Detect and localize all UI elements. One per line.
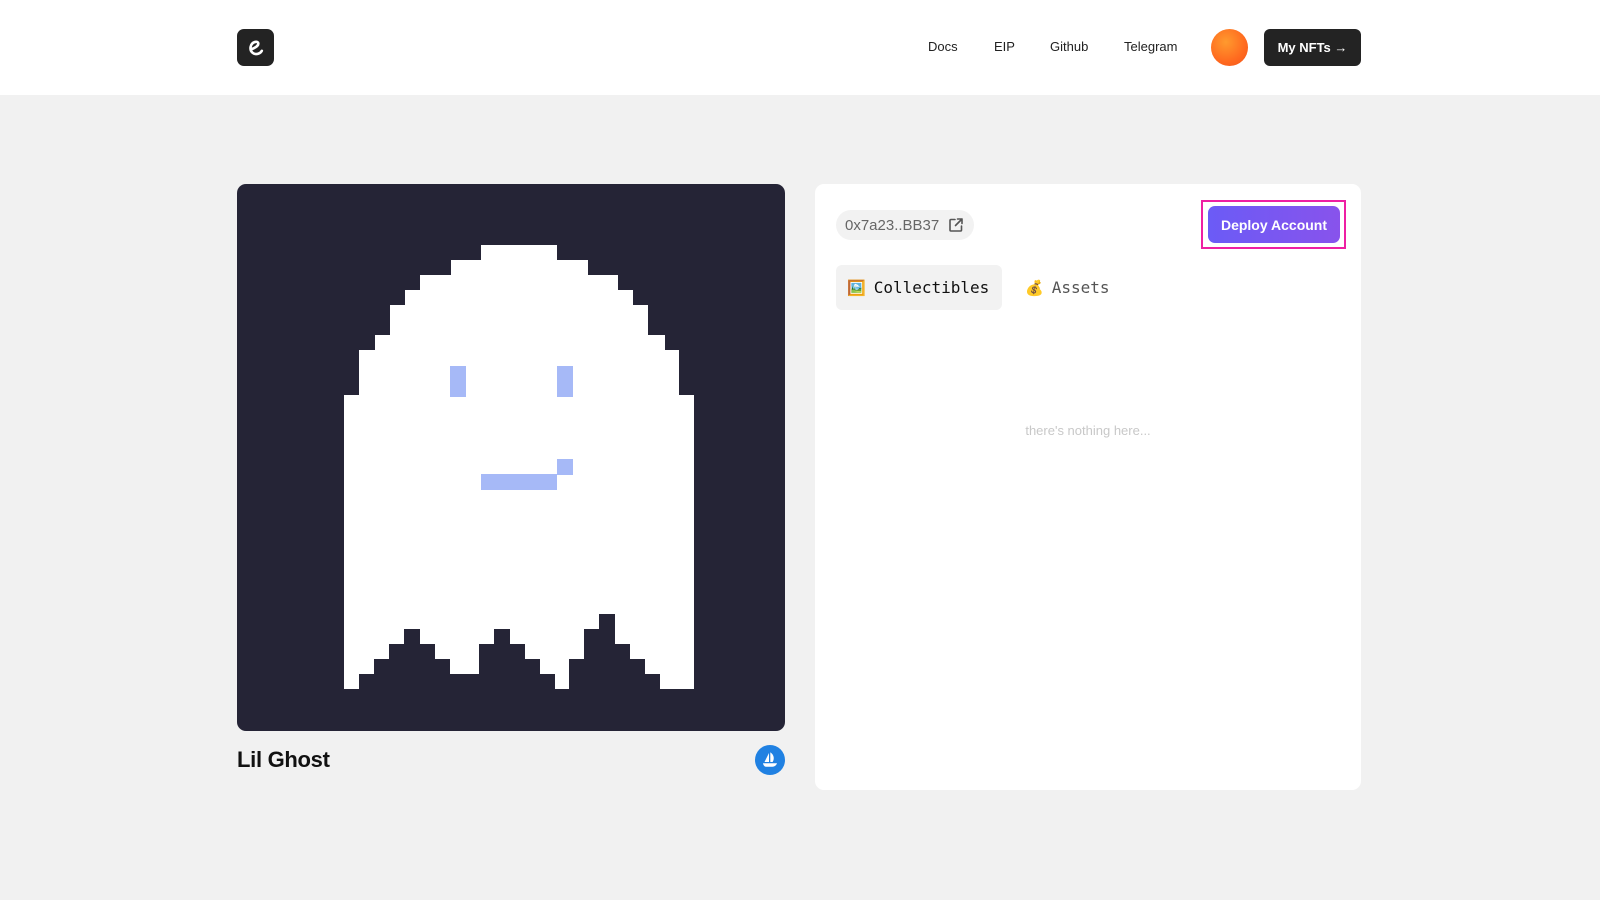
account-panel: 0x7a23..BB37 Deploy Account 🖼️ Collectib… bbox=[815, 184, 1361, 790]
e-swirl-logo-icon bbox=[248, 40, 263, 55]
top-navigation-bar: Docs EIP Github Telegram My NFTs → bbox=[0, 0, 1600, 95]
ghost-mouth-corner bbox=[557, 459, 573, 475]
tab-assets-label: Assets bbox=[1051, 278, 1110, 297]
wallet-address-chip[interactable]: 0x7a23..BB37 bbox=[836, 210, 975, 240]
nft-image bbox=[237, 184, 785, 731]
nav-github-link[interactable]: Github bbox=[1050, 38, 1088, 56]
wallet-address: 0x7a23..BB37 bbox=[845, 216, 940, 234]
my-nfts-button[interactable]: My NFTs → bbox=[1264, 29, 1361, 66]
nft-title: Lil Ghost bbox=[237, 747, 330, 772]
deploy-account-button[interactable]: Deploy Account bbox=[1208, 206, 1340, 243]
tab-assets[interactable]: 💰 Assets bbox=[1022, 265, 1132, 310]
empty-state-text: there's nothing here... bbox=[1025, 423, 1151, 438]
pixel-ghost-image bbox=[344, 245, 694, 705]
nav-docs-link[interactable]: Docs bbox=[928, 38, 958, 56]
nav-telegram-link[interactable]: Telegram bbox=[1124, 38, 1177, 56]
ghost-left-eye bbox=[450, 366, 466, 397]
opensea-button[interactable] bbox=[755, 745, 785, 775]
external-link-icon bbox=[949, 218, 964, 232]
ghost-right-eye bbox=[557, 366, 573, 397]
framed-picture-icon: 🖼️ bbox=[847, 278, 866, 297]
ghost-mouth bbox=[481, 474, 557, 490]
money-bag-icon: 💰 bbox=[1025, 278, 1044, 297]
opensea-icon bbox=[763, 752, 777, 767]
tab-collectibles[interactable]: 🖼️ Collectibles bbox=[836, 265, 1002, 310]
app-logo[interactable] bbox=[237, 29, 274, 66]
user-avatar[interactable] bbox=[1211, 29, 1248, 66]
tab-collectibles-label: Collectibles bbox=[873, 278, 990, 297]
nav-eip-link[interactable]: EIP bbox=[994, 38, 1015, 56]
